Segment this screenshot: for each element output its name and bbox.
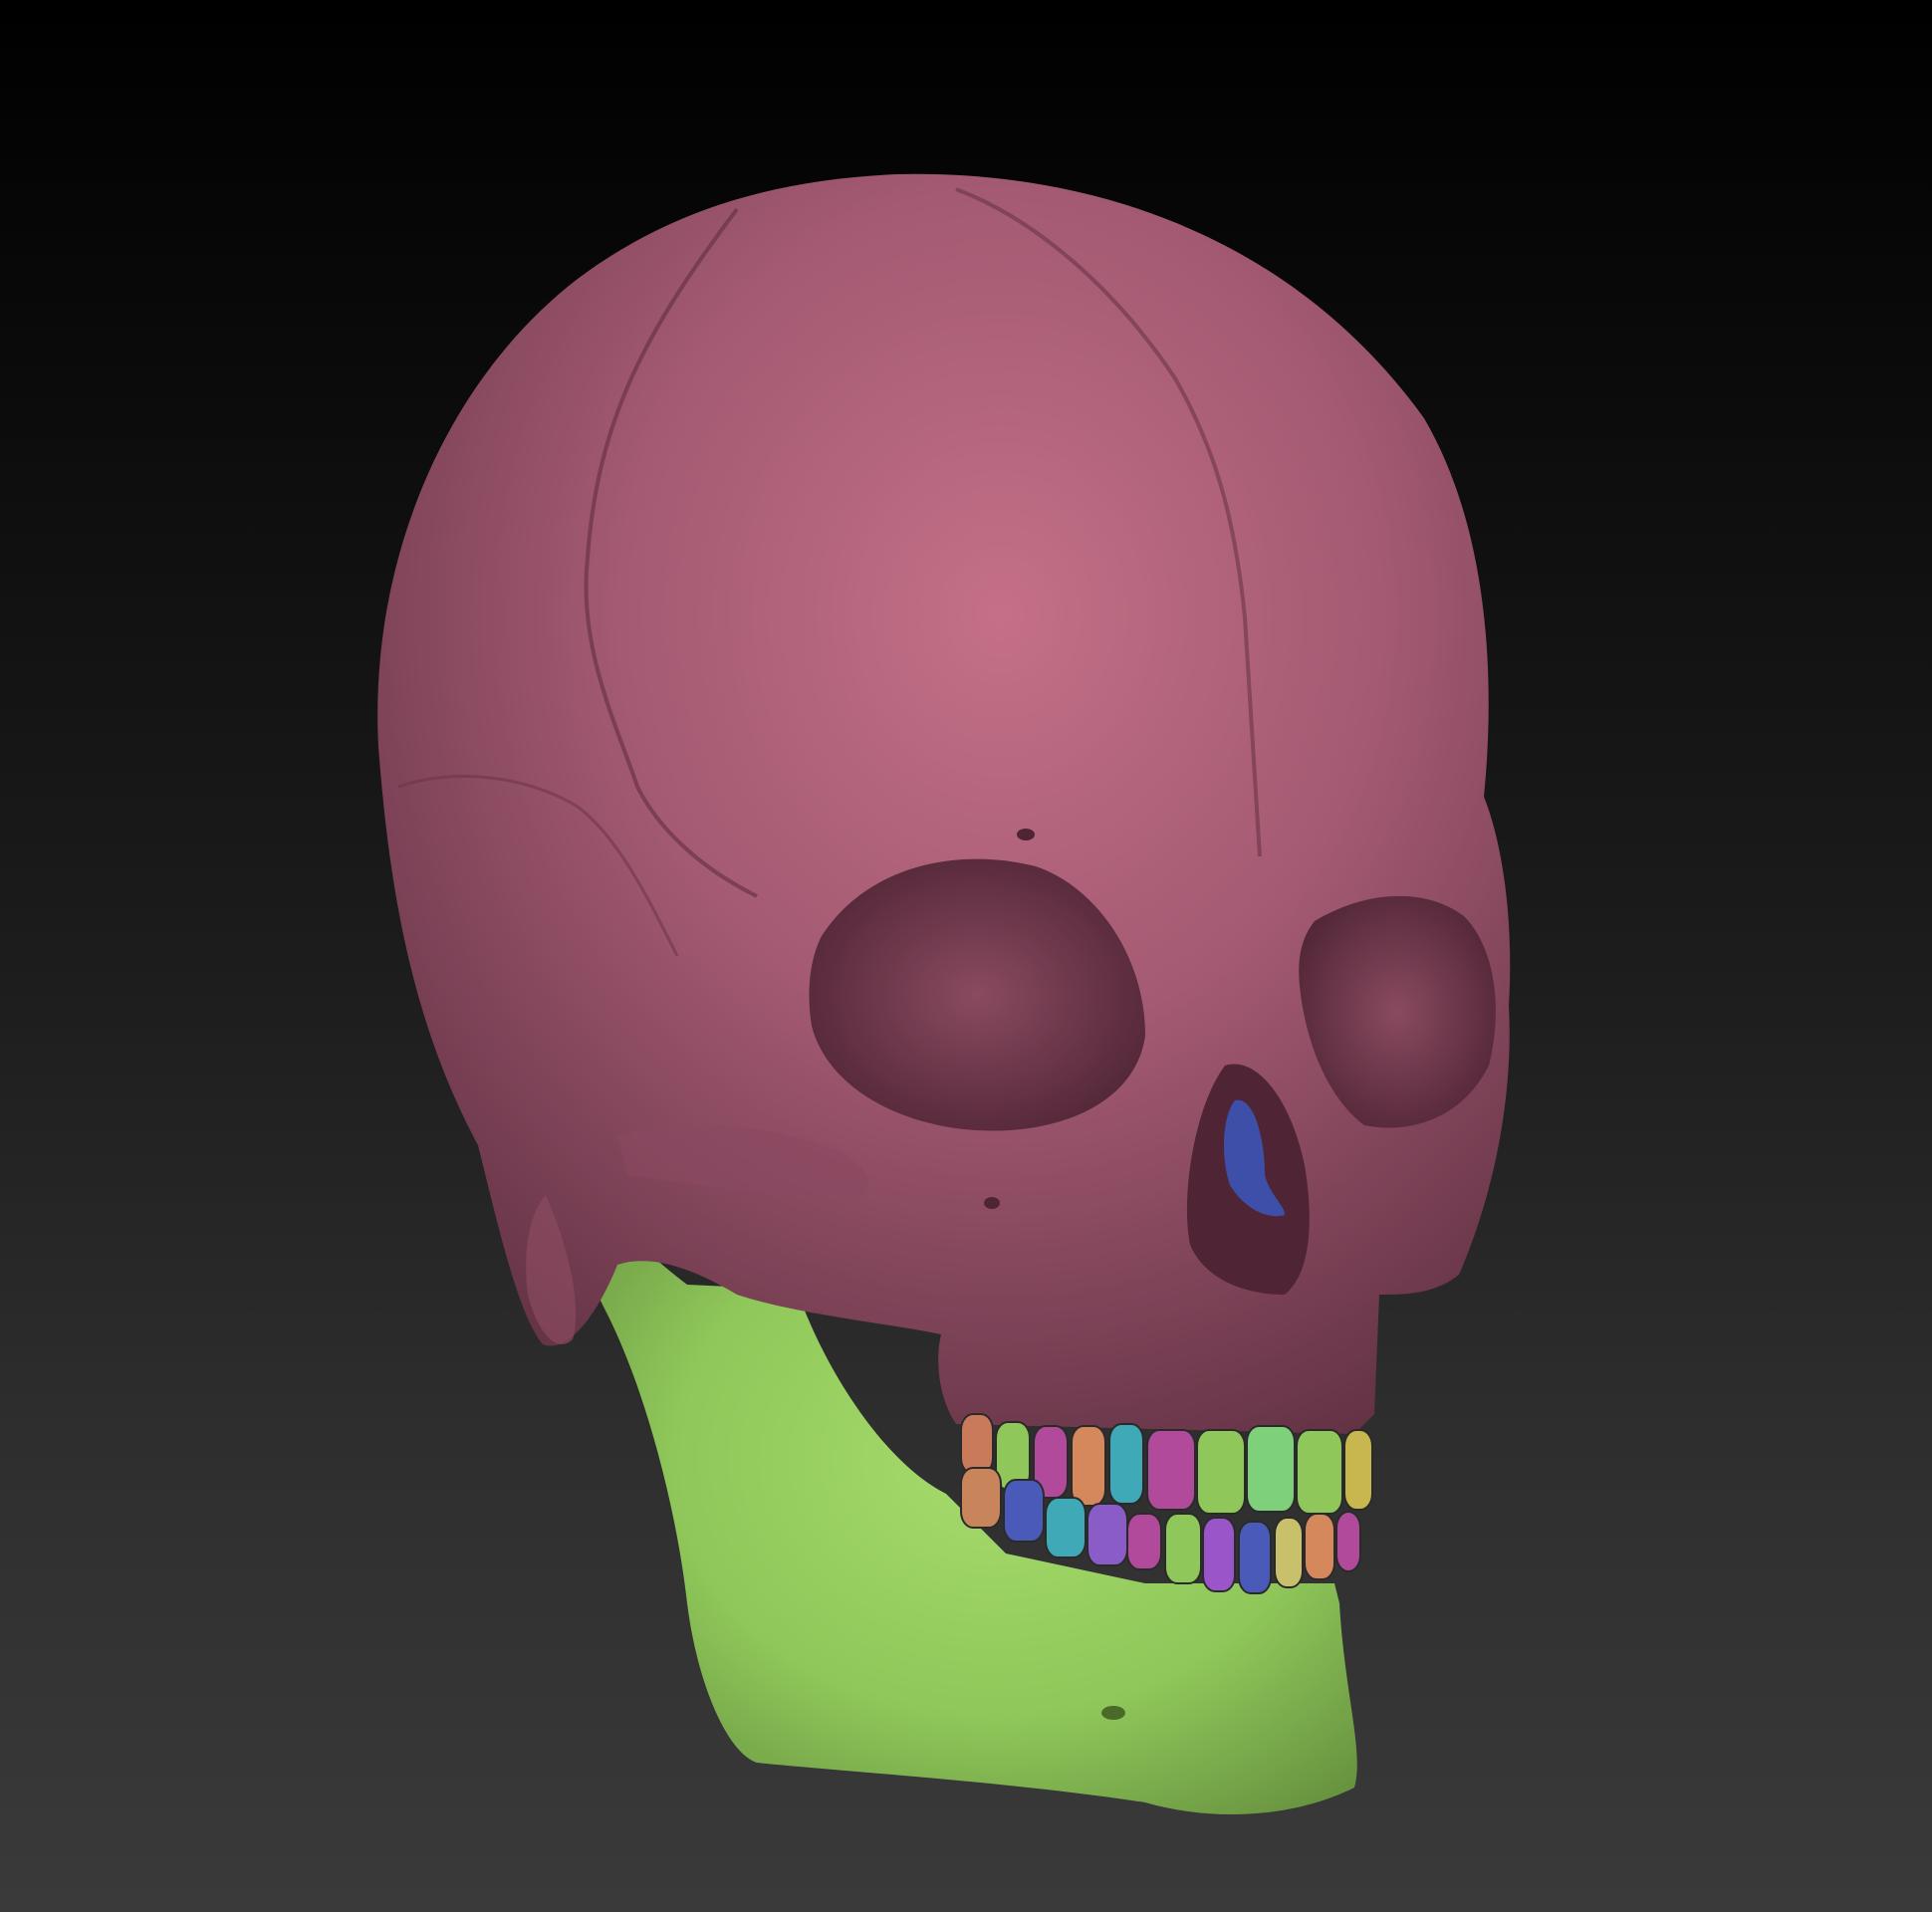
supraorbital-foramen [1017, 829, 1035, 840]
lower-tooth[interactable] [1335, 1511, 1361, 1572]
lower-tooth[interactable] [960, 1467, 1002, 1529]
upper-tooth[interactable] [960, 1413, 994, 1475]
sculpt-viewport[interactable] [0, 0, 1932, 1912]
upper-tooth[interactable] [1246, 1425, 1296, 1513]
upper-tooth[interactable] [1296, 1429, 1343, 1515]
mental-foramen [1101, 1706, 1125, 1720]
lower-tooth[interactable] [1045, 1497, 1087, 1558]
lower-tooth[interactable] [1087, 1503, 1128, 1566]
lower-tooth[interactable] [1274, 1517, 1304, 1588]
skull-3d-model[interactable] [0, 0, 1932, 1912]
infraorbital-foramen [984, 1197, 1000, 1209]
lower-tooth[interactable] [1164, 1513, 1202, 1584]
lower-tooth[interactable] [1238, 1521, 1272, 1594]
lower-tooth[interactable] [1126, 1513, 1162, 1570]
upper-tooth[interactable] [1071, 1425, 1106, 1507]
lower-tooth[interactable] [1202, 1517, 1236, 1592]
upper-tooth[interactable] [1146, 1429, 1196, 1511]
lower-tooth[interactable] [1003, 1479, 1045, 1543]
upper-tooth[interactable] [1108, 1423, 1144, 1505]
upper-tooth[interactable] [1343, 1429, 1373, 1511]
lower-tooth[interactable] [1304, 1513, 1335, 1580]
upper-tooth[interactable] [1196, 1429, 1246, 1515]
